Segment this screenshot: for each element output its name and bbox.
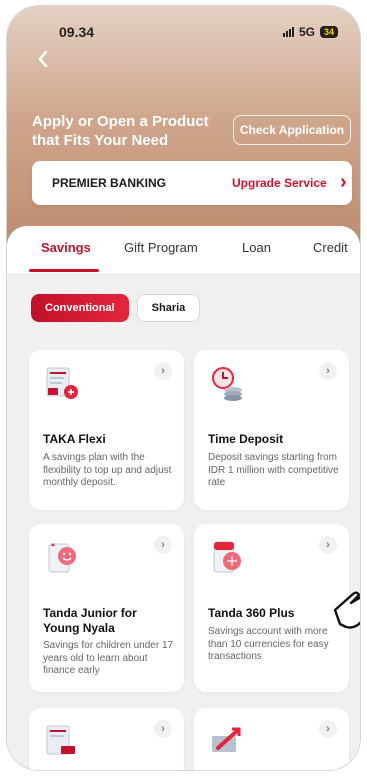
time-deposit-icon [212,367,242,401]
pointing-hand-icon [333,591,360,629]
product-card[interactable]: › [194,708,349,770]
check-application-button[interactable]: Check Application [233,115,351,145]
product-card[interactable]: › [29,708,184,770]
transfer-card-icon [212,727,241,752]
status-indicators: 5G 34 [282,25,338,39]
chevron-right-icon[interactable]: › [154,362,172,380]
product-description: Savings account with more than 10 curren… [208,626,329,662]
tab-credit[interactable]: Credit [313,240,348,255]
phone-screen: 09.34 5G 34 Apply or Open a Product that… [7,6,360,770]
status-time: 09.34 [59,24,95,40]
status-bar: 09.34 5G 34 [7,24,360,44]
filter-conventional[interactable]: Conventional [31,294,129,322]
chevron-right-icon[interactable]: › [319,536,337,554]
back-button[interactable] [37,50,55,70]
product-description: A savings plan with the flexibility to t… [43,452,172,488]
tab-gift-program[interactable]: Gift Program [124,240,198,255]
filter-chips: Conventional Sharia [31,294,201,322]
product-card-time-deposit[interactable]: › Time Deposit Deposit savings starting … [194,350,349,510]
taka-flexi-icon [46,367,78,399]
chevron-right-icon[interactable]: › [154,536,172,554]
premier-label: PREMIER BANKING [52,176,167,190]
upgrade-service-link[interactable]: Upgrade Service [232,176,327,190]
product-panel: Savings Gift Program Loan Credit Convent… [7,226,360,770]
tab-bar: Savings Gift Program Loan Credit [7,226,360,275]
signal-icon [282,27,294,37]
tanda-360-icon [213,541,241,573]
product-description: Deposit savings starting from IDR 1 mill… [208,452,339,488]
product-title: Tanda Junior for Young Nyala [43,606,137,635]
battery-icon: 34 [319,26,338,38]
product-description: Savings for children under 17 years old … [43,640,174,676]
tab-savings[interactable]: Savings [41,240,91,255]
chevron-left-icon [38,50,48,68]
document-rp-icon [46,725,75,755]
product-title: Tanda 360 Plus [208,606,295,620]
chevron-right-icon[interactable]: › [319,720,337,738]
premier-banking-card[interactable]: PREMIER BANKING Upgrade Service › [32,161,352,205]
chevron-right-icon[interactable]: › [154,720,172,738]
network-label: 5G [298,25,315,39]
tanda-junior-icon [48,543,76,573]
product-card-tanda-junior[interactable]: › Tanda Junior for Young Nyala Savings f… [29,524,184,692]
chevron-right-icon[interactable]: › [340,171,347,194]
product-title: TAKA Flexi [43,432,106,446]
product-card-tanda-360-plus[interactable]: › Tanda 360 Plus Savings account with mo… [194,524,349,692]
active-tab-indicator [29,269,99,272]
product-title: Time Deposit [208,432,284,446]
page-title: Apply or Open a Product that Fits Your N… [32,113,209,149]
filter-sharia[interactable]: Sharia [136,294,201,322]
product-card-taka-flexi[interactable]: › TAKA Flexi A savings plan with the fle… [29,350,184,510]
chevron-right-icon[interactable]: › [319,362,337,380]
tab-loan[interactable]: Loan [242,240,271,255]
